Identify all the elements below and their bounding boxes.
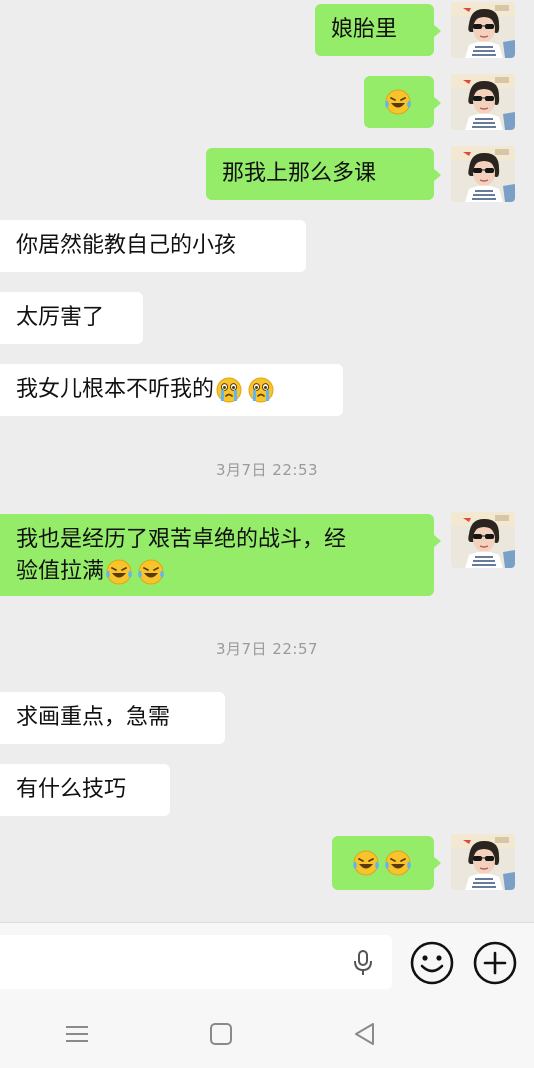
crying-emoji-icon: [246, 375, 276, 405]
plus-circle-icon[interactable]: [472, 940, 518, 986]
triangle-back-icon[interactable]: [350, 1020, 380, 1048]
message-timestamp: 3月7日 22:53: [215, 461, 319, 479]
message-text: 有什么技巧: [16, 777, 127, 802]
message-bubble-incoming[interactable]: 你居然能教自己的小孩: [0, 220, 306, 272]
message-bubble-outgoing[interactable]: 那我上那么多课: [206, 148, 441, 200]
message-text: 那我上那么多课: [222, 161, 377, 186]
message-input[interactable]: [0, 935, 392, 989]
message-bubble-incoming[interactable]: 有什么技巧: [0, 764, 170, 816]
laughing-crying-emoji-icon: [136, 557, 166, 587]
avatar[interactable]: [451, 146, 515, 202]
laughing-crying-emoji-icon: [104, 557, 134, 587]
system-navigation-bar: [0, 1000, 534, 1068]
message-timestamp: 3月7日 22:57: [215, 640, 319, 658]
laughing-crying-emoji-icon: [383, 848, 413, 878]
message-text: 我女儿根本不听我的: [16, 377, 215, 402]
message-input-field[interactable]: [0, 935, 392, 989]
message-bubble-incoming[interactable]: 我女儿根本不听我的: [0, 364, 343, 416]
message-text: 求画重点，急需: [16, 705, 171, 730]
avatar[interactable]: [451, 834, 515, 890]
message-bubble-outgoing[interactable]: 我也是经历了艰苦卓绝的战斗，经 验值拉满: [0, 514, 441, 596]
smiley-face-icon[interactable]: [409, 940, 455, 986]
square-home-icon[interactable]: [206, 1020, 236, 1048]
microphone-icon[interactable]: [350, 949, 376, 977]
message-input-bar: [0, 922, 534, 1000]
avatar[interactable]: [451, 2, 515, 58]
crying-emoji-icon: [214, 375, 244, 405]
avatar[interactable]: [451, 74, 515, 130]
message-bubble-outgoing[interactable]: 娘胎里: [315, 4, 441, 56]
laughing-crying-emoji-icon: [383, 87, 413, 117]
message-text: 你居然能教自己的小孩: [16, 233, 237, 258]
message-bubble-incoming[interactable]: 太厉害了: [0, 292, 143, 344]
avatar[interactable]: [451, 512, 515, 568]
message-text: 娘胎里: [331, 17, 398, 42]
chat-history[interactable]: 娘胎里 那我上那么多课 你居然能教自己的小孩 太厉害了 我女儿根本不听我的 3月…: [0, 0, 534, 922]
message-bubble-outgoing[interactable]: [332, 836, 441, 890]
message-text: 太厉害了: [16, 305, 105, 330]
message-text: 我也是经历了艰苦卓绝的战斗，经: [16, 527, 347, 552]
menu-lines-icon[interactable]: [62, 1020, 92, 1048]
message-text: 验值拉满: [16, 559, 105, 584]
message-bubble-outgoing[interactable]: [364, 76, 441, 128]
laughing-crying-emoji-icon: [351, 848, 381, 878]
message-bubble-incoming[interactable]: 求画重点，急需: [0, 692, 225, 744]
